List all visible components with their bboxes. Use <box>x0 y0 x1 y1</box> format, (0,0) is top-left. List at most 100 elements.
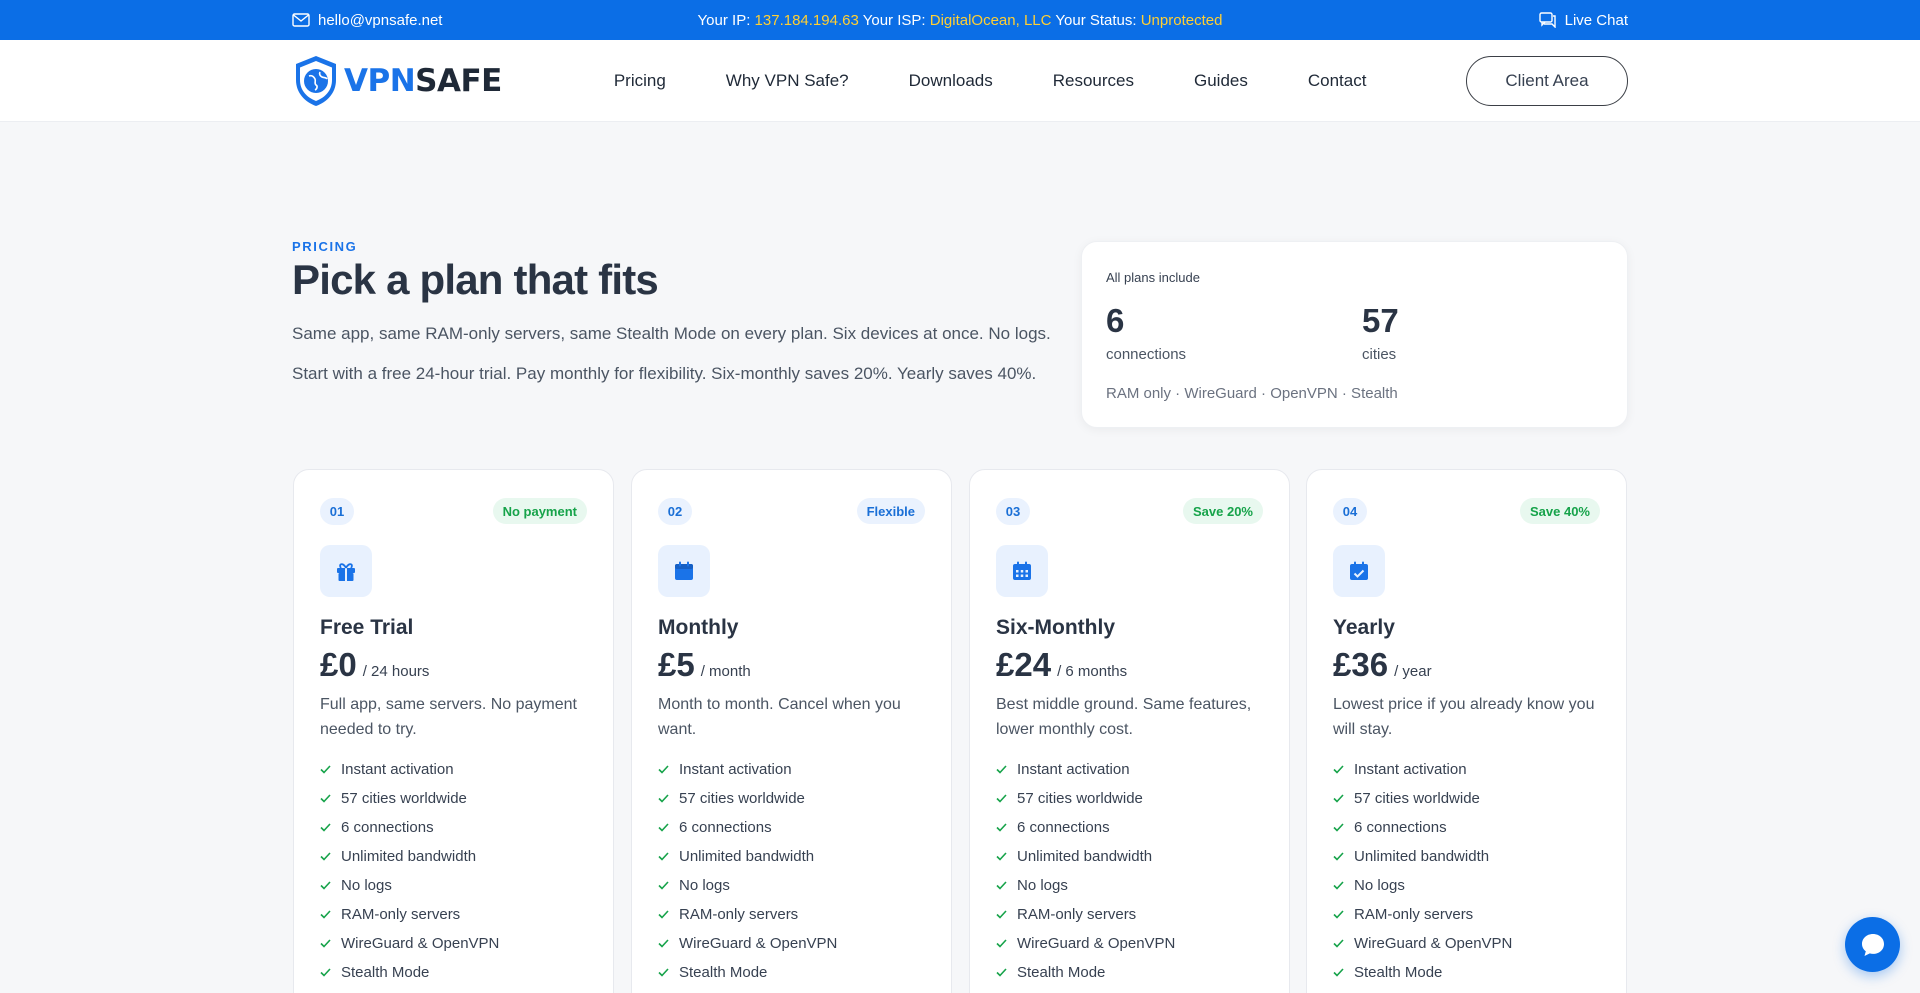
check-icon <box>996 765 1007 774</box>
plan-features: Instant activation 57 cities worldwide 6… <box>996 755 1175 987</box>
nav-pricing[interactable]: Pricing <box>614 71 666 91</box>
live-chat-link[interactable]: Live Chat <box>1538 12 1628 29</box>
plan-period: / 6 months <box>1057 663 1128 680</box>
plan-number: 02 <box>658 498 692 525</box>
calendar-icon <box>658 545 710 597</box>
plan-price: £36 <box>1333 646 1389 683</box>
nav-downloads[interactable]: Downloads <box>909 71 993 91</box>
nav-resources[interactable]: Resources <box>1053 71 1134 91</box>
live-chat-label[interactable]: Live Chat <box>1565 12 1628 29</box>
plan-price-row: £24 / 6 months <box>996 646 1127 684</box>
feature-item: Unlimited bandwidth <box>658 842 837 871</box>
nav-guides[interactable]: Guides <box>1194 71 1248 91</box>
live-chat-button[interactable] <box>1845 917 1900 972</box>
plan-name: Yearly <box>1333 616 1395 639</box>
logo-safe: SAFE <box>415 63 502 99</box>
plan-name: Monthly <box>658 616 739 639</box>
plan-number: 03 <box>996 498 1030 525</box>
plan-features: Instant activation 57 cities worldwide 6… <box>1333 755 1512 987</box>
plan-card-six-monthly[interactable]: 03 Save 20% Six-Monthly £24 / 6 months B… <box>969 469 1290 993</box>
plan-card-free-trial[interactable]: 01 No payment Free Trial £0 / 24 hours F… <box>293 469 614 993</box>
connection-status: Your IP: 137.184.194.63 Your ISP: Digita… <box>292 12 1628 29</box>
check-icon <box>996 939 1007 948</box>
feature-item: No logs <box>996 871 1175 900</box>
plan-price: £5 <box>658 646 695 683</box>
feature-label: RAM-only servers <box>1017 906 1137 923</box>
check-icon <box>320 968 331 977</box>
main-nav: VPNSAFE Pricing Why VPN Safe? Downloads … <box>0 40 1920 122</box>
plan-card-monthly[interactable]: 02 Flexible Monthly £5 / month Month to … <box>631 469 952 993</box>
gift-icon <box>320 545 372 597</box>
feature-item: No logs <box>320 871 499 900</box>
feature-label: 6 connections <box>679 819 772 836</box>
client-area-button[interactable]: Client Area <box>1466 56 1628 106</box>
check-icon <box>658 881 669 890</box>
plan-cards: 01 No payment Free Trial £0 / 24 hours F… <box>293 469 1627 993</box>
feature-label: 57 cities worldwide <box>1017 790 1143 807</box>
email-text[interactable]: hello@vpnsafe.net <box>318 12 442 29</box>
plan-price-row: £36 / year <box>1333 646 1432 684</box>
feature-item: 57 cities worldwide <box>1333 784 1512 813</box>
plan-period: / year <box>1394 663 1432 680</box>
feature-item: WireGuard & OpenVPN <box>658 929 837 958</box>
check-icon <box>658 968 669 977</box>
feature-item: WireGuard & OpenVPN <box>1333 929 1512 958</box>
feature-label: Stealth Mode <box>1017 964 1106 981</box>
stat-caption: cities <box>1362 346 1397 363</box>
feature-label: RAM-only servers <box>679 906 799 923</box>
plan-name: Six-Monthly <box>996 616 1115 639</box>
plan-description: Month to month. Cancel when you want. <box>658 696 901 738</box>
feature-label: No logs <box>679 877 730 894</box>
contact-email[interactable]: hello@vpnsafe.net <box>292 12 442 29</box>
feature-label: RAM-only servers <box>1354 906 1474 923</box>
feature-item: RAM-only servers <box>996 900 1175 929</box>
plans-summary-card: All plans include 6 connections 57 citie… <box>1081 241 1628 428</box>
check-icon <box>658 910 669 919</box>
feature-label: 6 connections <box>1354 819 1447 836</box>
isp-value: DigitalOcean, LLC <box>929 11 1052 29</box>
check-icon <box>996 852 1007 861</box>
feature-item: RAM-only servers <box>658 900 837 929</box>
plan-features: Instant activation 57 cities worldwide 6… <box>320 755 499 987</box>
feature-label: No logs <box>341 877 392 894</box>
isp-label: Your ISP: <box>862 11 926 29</box>
stat-cities: 57 cities <box>1362 302 1399 363</box>
feature-item: WireGuard & OpenVPN <box>996 929 1175 958</box>
nav-why-vpn-safe[interactable]: Why VPN Safe? <box>726 71 849 91</box>
check-icon <box>1333 765 1344 774</box>
lead-text-1: Same app, same RAM-only servers, same St… <box>292 324 1051 343</box>
chat-bubble-icon <box>1861 933 1884 956</box>
plan-number: 04 <box>1333 498 1367 525</box>
feature-label: 57 cities worldwide <box>341 790 467 807</box>
feature-label: WireGuard & OpenVPN <box>341 935 500 952</box>
check-icon <box>320 881 331 890</box>
plan-period: / month <box>700 663 751 680</box>
chat-bubbles-icon <box>1538 12 1556 28</box>
check-icon <box>658 765 669 774</box>
plan-period: / 24 hours <box>362 663 430 680</box>
calendar-check-icon <box>1333 545 1385 597</box>
logo[interactable]: VPNSAFE <box>292 54 502 108</box>
summary-label: All plans include <box>1106 270 1200 285</box>
ip-value: 137.184.194.63 <box>754 11 859 29</box>
plan-name: Free Trial <box>320 616 414 639</box>
check-icon <box>1333 910 1344 919</box>
feature-label: Stealth Mode <box>341 964 430 981</box>
check-icon <box>1333 794 1344 803</box>
summary-features: RAM only · WireGuard · OpenVPN · Stealth <box>1106 385 1398 402</box>
feature-item: 6 connections <box>996 813 1175 842</box>
check-icon <box>658 823 669 832</box>
check-icon <box>1333 823 1344 832</box>
nav-contact[interactable]: Contact <box>1308 71 1367 91</box>
calendar-grid-icon <box>996 545 1048 597</box>
check-icon <box>1333 852 1344 861</box>
check-icon <box>658 939 669 948</box>
plan-card-yearly[interactable]: 04 Save 40% Yearly £36 / year Lowest pri… <box>1306 469 1627 993</box>
feature-item: Instant activation <box>1333 755 1512 784</box>
feature-item: Unlimited bandwidth <box>996 842 1175 871</box>
feature-label: Instant activation <box>1017 761 1130 778</box>
plan-price-row: £5 / month <box>658 646 751 684</box>
stat-caption: connections <box>1106 346 1187 363</box>
check-icon <box>1333 881 1344 890</box>
section-eyebrow: PRICING <box>292 239 358 254</box>
